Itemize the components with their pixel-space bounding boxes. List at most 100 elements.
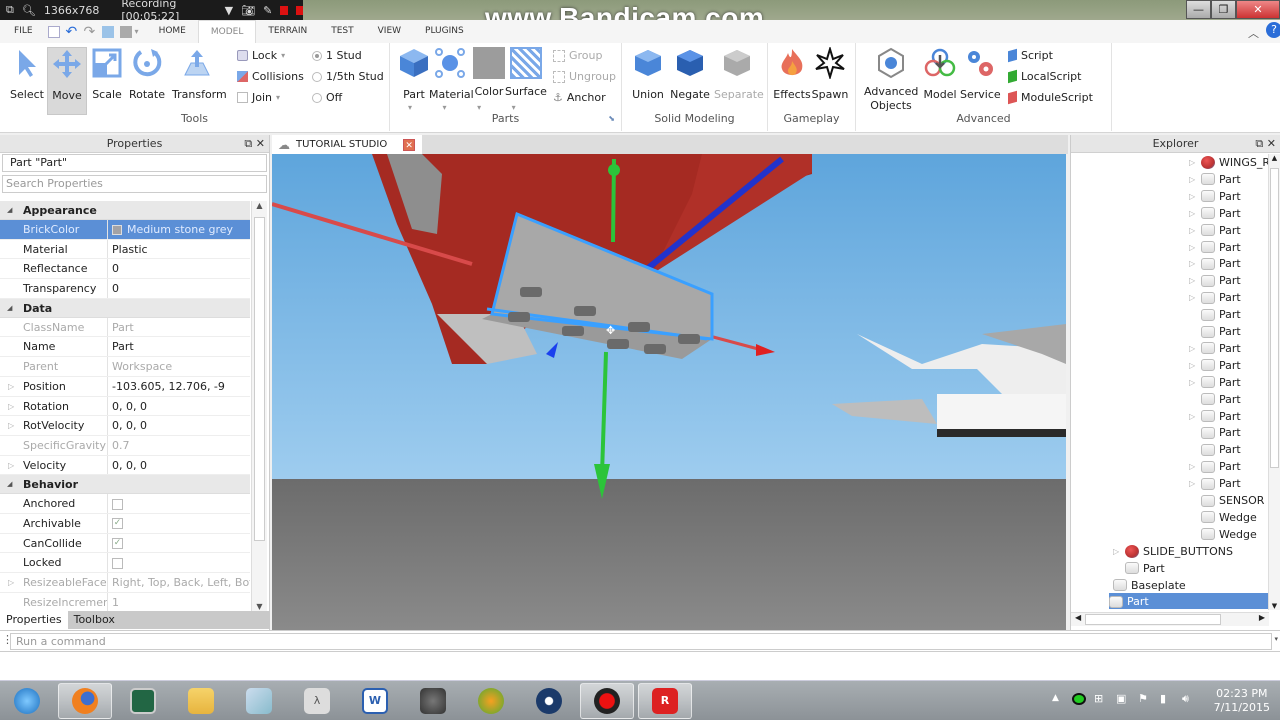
property-row[interactable]: ClassName Part [0,317,250,338]
property-row[interactable]: Parent Workspace [0,357,250,377]
surface-button[interactable]: Surface [505,47,547,98]
expand-arrow-icon[interactable]: ▷ [1113,547,1121,556]
3d-viewport[interactable]: ✥ [272,154,1066,630]
taskbar-word[interactable]: W [348,683,402,719]
explorer-item[interactable]: Wedge [1189,509,1257,526]
expand-arrow-icon[interactable]: ▷ [1189,243,1197,252]
property-value[interactable]: ✓ [108,514,250,533]
minimize-button[interactable]: — [1186,0,1211,19]
undock-icon[interactable]: ⧉ [244,137,252,150]
expand-arrow-icon[interactable]: ▷ [1189,209,1197,218]
expand-arrow-icon[interactable]: ▷ [1189,412,1197,421]
explorer-item[interactable]: ▷ Part [1189,171,1241,188]
expand-arrow-icon[interactable]: ▷ [1189,158,1197,167]
spawn-button[interactable]: Spawn [810,45,850,101]
expand-icon[interactable]: ▷ [8,456,14,475]
y-axis-tip-up[interactable] [608,164,620,176]
taskbar-steam[interactable] [522,683,576,719]
lock-button[interactable]: Lock ▾ [237,49,285,62]
close-tab-icon[interactable]: ✕ [403,138,416,151]
property-checkbox[interactable]: ✓ [112,518,123,530]
taskbar-roblox-studio[interactable]: R [638,683,692,719]
ungroup-button[interactable]: Ungroup [553,70,616,83]
customize-icon[interactable]: ▾ [135,27,139,36]
start-button[interactable] [0,683,54,719]
explorer-item[interactable]: ▷ Part [1189,458,1241,475]
property-row[interactable]: ▷ Position -103.605, 12.706, -9 [0,376,250,397]
taskbar-firefox[interactable] [58,683,112,719]
explorer-item[interactable]: ▷ Part [1189,475,1241,492]
join-checkbox[interactable] [237,92,248,103]
property-value[interactable]: Medium stone grey [108,220,250,239]
property-row[interactable]: Transparency 0 [0,279,250,299]
properties-scrollbar[interactable]: ▲ ▼ [251,201,267,611]
pause-icon[interactable] [280,5,288,15]
action-center-icon[interactable]: ⚑ [1138,692,1148,705]
expand-arrow-icon[interactable]: ▷ [1189,276,1197,285]
pencil-icon[interactable]: ✎ [263,4,272,17]
localscript-button[interactable]: LocalScript [1008,69,1081,84]
category-appearance[interactable]: Appearance [0,201,250,220]
modulescript-button[interactable]: ModuleScript [1008,90,1093,105]
window-icon[interactable]: ⧉ [6,3,14,17]
explorer-item[interactable]: Part [1189,323,1241,340]
explorer-item[interactable]: Part [1189,441,1241,458]
rotate-tool[interactable]: Rotate [127,47,167,101]
tab-model[interactable]: MODEL [197,20,257,43]
explorer-item[interactable]: ▷ Part [1189,408,1241,425]
expand-icon[interactable]: ▷ [8,416,14,435]
property-value[interactable]: Part [108,318,250,337]
explorer-item[interactable]: Wedge [1189,526,1257,543]
redo-icon[interactable]: ↷ [84,25,96,39]
collapse-ribbon-icon[interactable]: ︿ [1248,25,1259,41]
scroll-right-icon[interactable]: ▶ [1259,613,1265,622]
explorer-item[interactable]: ▷ Part [1189,205,1241,222]
expand-icon[interactable]: ▷ [8,397,14,416]
command-input[interactable]: Run a command [10,633,1272,650]
expand-arrow-icon[interactable]: ▷ [1189,462,1197,471]
property-row[interactable]: SpecificGravity 0.7 [0,435,250,456]
model-button[interactable]: Model [920,47,960,101]
close-button[interactable]: ✕ [1236,0,1280,19]
expand-arrow-icon[interactable]: ▷ [1189,479,1197,488]
close-panel-icon[interactable]: ✕ [1267,137,1276,150]
snap-off[interactable]: Off [312,91,342,104]
expand-icon[interactable]: ▷ [8,573,14,592]
explorer-item[interactable]: ▷ Part [1189,222,1241,239]
snap-1-stud[interactable]: 1 Stud [312,49,362,62]
explorer-item[interactable]: SENSOR [1189,492,1264,509]
negate-button[interactable]: Negate [670,47,710,101]
taskbar-fl-studio[interactable] [464,683,518,719]
effects-button[interactable]: Effects [772,47,812,101]
hscrollbar-thumb[interactable] [1085,614,1221,625]
scroll-up-icon[interactable]: ▲ [252,201,267,210]
property-row[interactable]: ▷ Rotation 0, 0, 0 [0,396,250,417]
union-button[interactable]: Union [628,47,668,101]
collisions-button[interactable]: Collisions [237,70,304,83]
property-row[interactable]: Archivable ✓ [0,513,250,534]
taskbar-task-manager[interactable] [116,683,170,719]
property-row[interactable]: ▷ Velocity 0, 0, 0 [0,455,250,476]
tab-toolbox[interactable]: Toolbox [68,611,121,629]
stop-icon-toolbar[interactable] [119,25,132,38]
expand-arrow-icon[interactable]: ▷ [1189,259,1197,268]
property-row[interactable]: Anchored [0,494,250,514]
scroll-down-icon[interactable]: ▼ [1269,602,1280,610]
explorer-item[interactable]: ▷ Part [1189,188,1241,205]
separate-button[interactable]: Separate [714,47,764,101]
explorer-item[interactable]: ▷ Part [1189,239,1241,256]
taskbar-equation-app[interactable]: λ [290,683,344,719]
property-value[interactable]: -103.605, 12.706, -9 [108,377,250,396]
property-value[interactable] [108,553,250,572]
scrollbar-thumb[interactable] [254,217,265,541]
property-row[interactable]: BrickColor Medium stone grey [0,220,250,240]
expand-arrow-icon[interactable]: ▷ [1189,293,1197,302]
category-data[interactable]: Data [0,298,250,318]
property-value[interactable] [108,494,250,513]
explorer-item[interactable]: Part [1189,306,1241,323]
taskbar-notepad[interactable] [232,683,286,719]
property-row[interactable]: CanCollide ✓ [0,533,250,554]
volume-icon[interactable]: 🔊︎ [1182,692,1189,706]
tray-status-icon[interactable] [1072,693,1086,705]
property-value[interactable]: 0, 0, 0 [108,397,250,416]
